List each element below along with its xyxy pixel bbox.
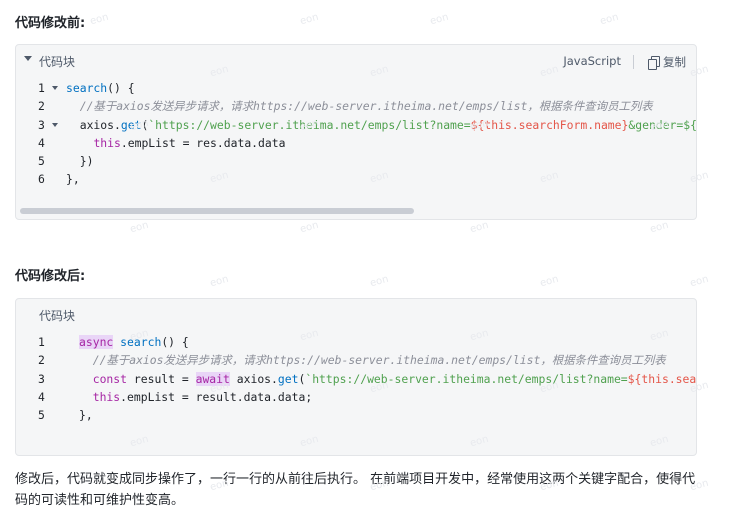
code-block-after: 代码块 1 async search() { 2 //基于axios发送异步请求，请… — [15, 298, 697, 456]
code-line: 1 search() { — [16, 79, 696, 97]
collapse-toggle-icon[interactable] — [24, 56, 32, 61]
fold-arrow-icon[interactable] — [52, 86, 58, 90]
code-block-header: 代码块 — [16, 299, 696, 329]
line-number: 6 — [38, 172, 45, 187]
code-text: //基于axios发送异步请求，请求https://web-server.ith… — [79, 99, 653, 114]
watermark-text: eon — [538, 273, 560, 290]
line-number: 3 — [38, 117, 45, 132]
copy-icon — [648, 56, 660, 70]
code-text: this.empList = result.data.data; — [92, 389, 313, 404]
line-number: 4 — [38, 389, 45, 404]
code-block-before: 代码块 JavaScript 复制 1 search() { 2 //基于axios… — [15, 44, 697, 220]
code-text: const result = await axios.get(`https://… — [92, 371, 697, 386]
fold-arrow-icon[interactable] — [52, 122, 58, 127]
code-text: }, — [79, 408, 93, 423]
language-selector[interactable]: JavaScript — [563, 54, 621, 68]
code-line: 6}, — [16, 170, 696, 188]
line-number: 4 — [38, 135, 45, 150]
watermark-text: eon — [298, 11, 320, 28]
code-line: 2 //基于axios发送异步请求，请求https://web-server.i… — [16, 97, 696, 115]
watermark-text: eon — [208, 273, 230, 290]
line-number: 2 — [38, 353, 45, 368]
header-divider — [633, 55, 634, 69]
watermark-text: eon — [648, 219, 670, 236]
line-number: 3 — [38, 371, 45, 386]
watermark-text: eon — [468, 219, 490, 236]
code-text: async search() { — [79, 335, 189, 349]
code-line: 4 this.empList = res.data.data — [16, 134, 696, 152]
watermark-text: eon — [598, 11, 620, 28]
code-text: search() { — [66, 81, 135, 95]
paragraph-text: 修改后，代码就变成同步操作了，一行一行的从前往后执行。 在前端项目开发中，经常使… — [15, 472, 696, 508]
section-heading-before: 代码修改前: — [15, 16, 86, 31]
code-line: 5}, — [16, 406, 696, 424]
code-text: axios.get(`https://web-server.itheima.ne… — [66, 117, 697, 132]
line-number: 5 — [38, 408, 45, 423]
watermark-text: eon — [128, 219, 150, 236]
code-line: 4 this.empList = result.data.data; — [16, 388, 696, 406]
code-line: 1 async search() { — [16, 333, 696, 351]
code-text: //基于axios发送异步请求，请求https://web-server.ith… — [92, 353, 666, 368]
copy-button[interactable]: 复制 — [648, 54, 686, 70]
code-text: }, — [66, 172, 80, 187]
line-number: 1 — [38, 81, 45, 95]
line-number: 1 — [38, 335, 45, 349]
code-line: 3 axios.get(`https://web-server.itheima.… — [16, 116, 696, 134]
copy-label: 复制 — [663, 55, 686, 69]
watermark-text: eon — [688, 273, 710, 290]
section-heading-after: 代码修改后: — [15, 269, 86, 284]
code-lines: 1 async search() { 2 //基于axios发送异步请求，请求htt… — [16, 333, 696, 424]
watermark-text: eon — [368, 273, 390, 290]
horizontal-scrollbar[interactable] — [20, 208, 414, 214]
code-lines: 1 search() { 2 //基于axios发送异步请求，请求https://w… — [16, 79, 696, 189]
line-number: 5 — [38, 154, 45, 169]
watermark-text: eon — [298, 219, 320, 236]
code-line: 5 }) — [16, 152, 696, 170]
code-line: 2 //基于axios发送异步请求，请求https://web-server.i… — [16, 351, 696, 369]
code-block-title: 代码块 — [39, 309, 76, 323]
code-block-title: 代码块 — [39, 55, 76, 69]
watermark-text: eon — [428, 11, 450, 28]
code-text: }) — [66, 154, 94, 169]
line-number: 2 — [38, 99, 45, 114]
code-block-header: 代码块 JavaScript 复制 — [16, 45, 696, 75]
watermark-text: eon — [88, 11, 110, 28]
code-text: this.empList = res.data.data — [93, 135, 286, 150]
code-line: 3 const result = await axios.get(`https:… — [16, 370, 696, 388]
